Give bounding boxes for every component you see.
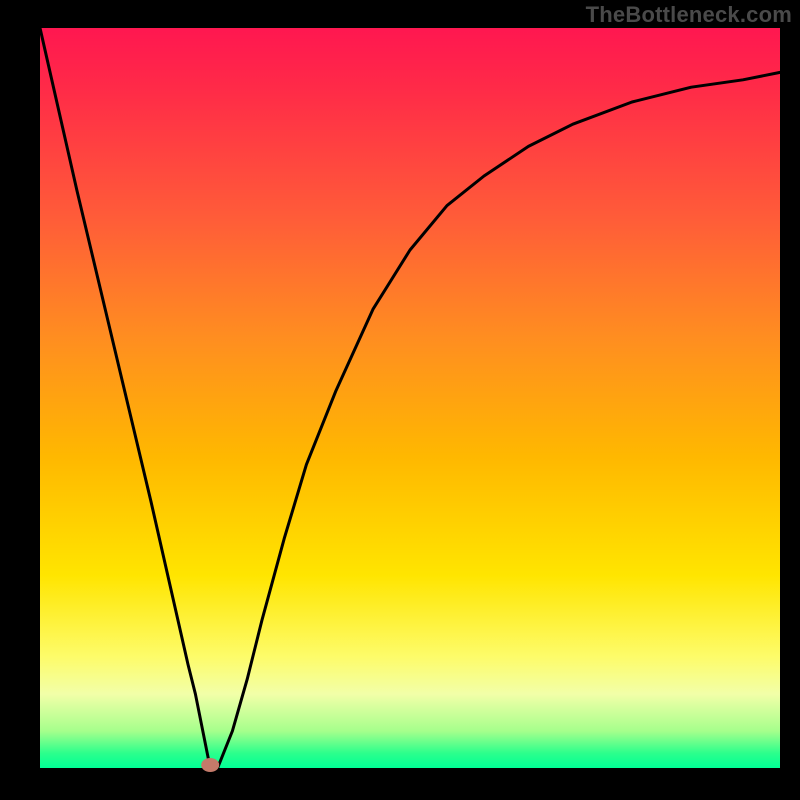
curve-svg: [40, 28, 780, 768]
watermark-text: TheBottleneck.com: [586, 2, 792, 28]
chart-frame: TheBottleneck.com: [0, 0, 800, 800]
plot-area: [40, 28, 780, 768]
minimum-marker: [201, 758, 219, 772]
bottleneck-curve-path: [40, 28, 780, 768]
